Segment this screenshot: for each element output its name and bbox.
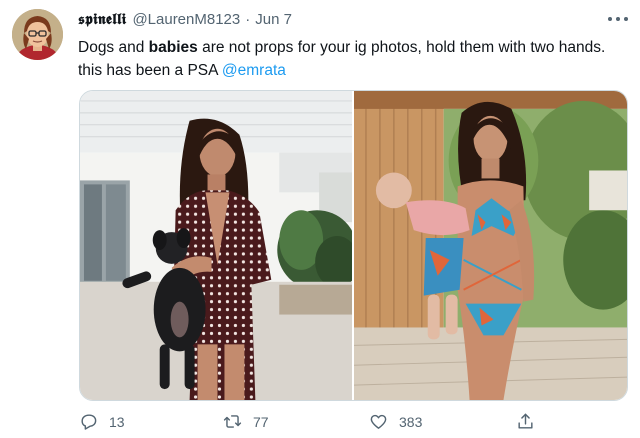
tweet-text-part1: Dogs and [78, 39, 149, 56]
media-grid [79, 90, 628, 401]
share-icon [518, 413, 533, 429]
reply-button[interactable]: 13 [79, 412, 125, 431]
tweet-text-bold: babies [148, 39, 198, 56]
retweet-icon [223, 415, 242, 428]
photo-left-image [80, 91, 352, 400]
avatar[interactable] [12, 9, 63, 60]
display-name[interactable]: 𝖘𝖕𝖎𝖓𝖊𝖑𝖑𝖎 [78, 10, 126, 28]
like-count: 383 [399, 413, 423, 430]
separator-dot: · [245, 11, 251, 28]
user-handle[interactable]: @LaurenM8123 [132, 11, 240, 28]
heart-icon [370, 414, 387, 429]
more-icon[interactable] [608, 14, 628, 24]
more-dot [616, 17, 620, 21]
share-button[interactable] [516, 412, 535, 431]
tweet-header: 𝖘𝖕𝖎𝖓𝖊𝖑𝖑𝖎 @LaurenM8123 · Jun 7 [78, 10, 292, 32]
avatar-image [12, 9, 63, 60]
photo-woman-holding-baby[interactable] [354, 91, 627, 400]
tweet-actions: 13 77 383 [79, 412, 533, 438]
reply-count: 13 [109, 413, 125, 430]
like-button[interactable]: 383 [369, 412, 422, 431]
tweet-text: Dogs and babies are not props for your i… [78, 36, 626, 82]
mention-link[interactable]: @emrata [222, 62, 286, 79]
photo-right-image [354, 91, 627, 400]
more-dot [624, 17, 628, 21]
reply-icon [81, 414, 97, 430]
more-dot [608, 17, 612, 21]
retweet-count: 77 [253, 413, 269, 430]
tweet[interactable]: 𝖘𝖕𝖎𝖓𝖊𝖑𝖑𝖎 @LaurenM8123 · Jun 7 Dogs and b… [0, 0, 640, 438]
tweet-date[interactable]: Jun 7 [255, 11, 292, 28]
retweet-button[interactable]: 77 [223, 412, 269, 431]
photo-woman-holding-puppy[interactable] [80, 91, 352, 400]
